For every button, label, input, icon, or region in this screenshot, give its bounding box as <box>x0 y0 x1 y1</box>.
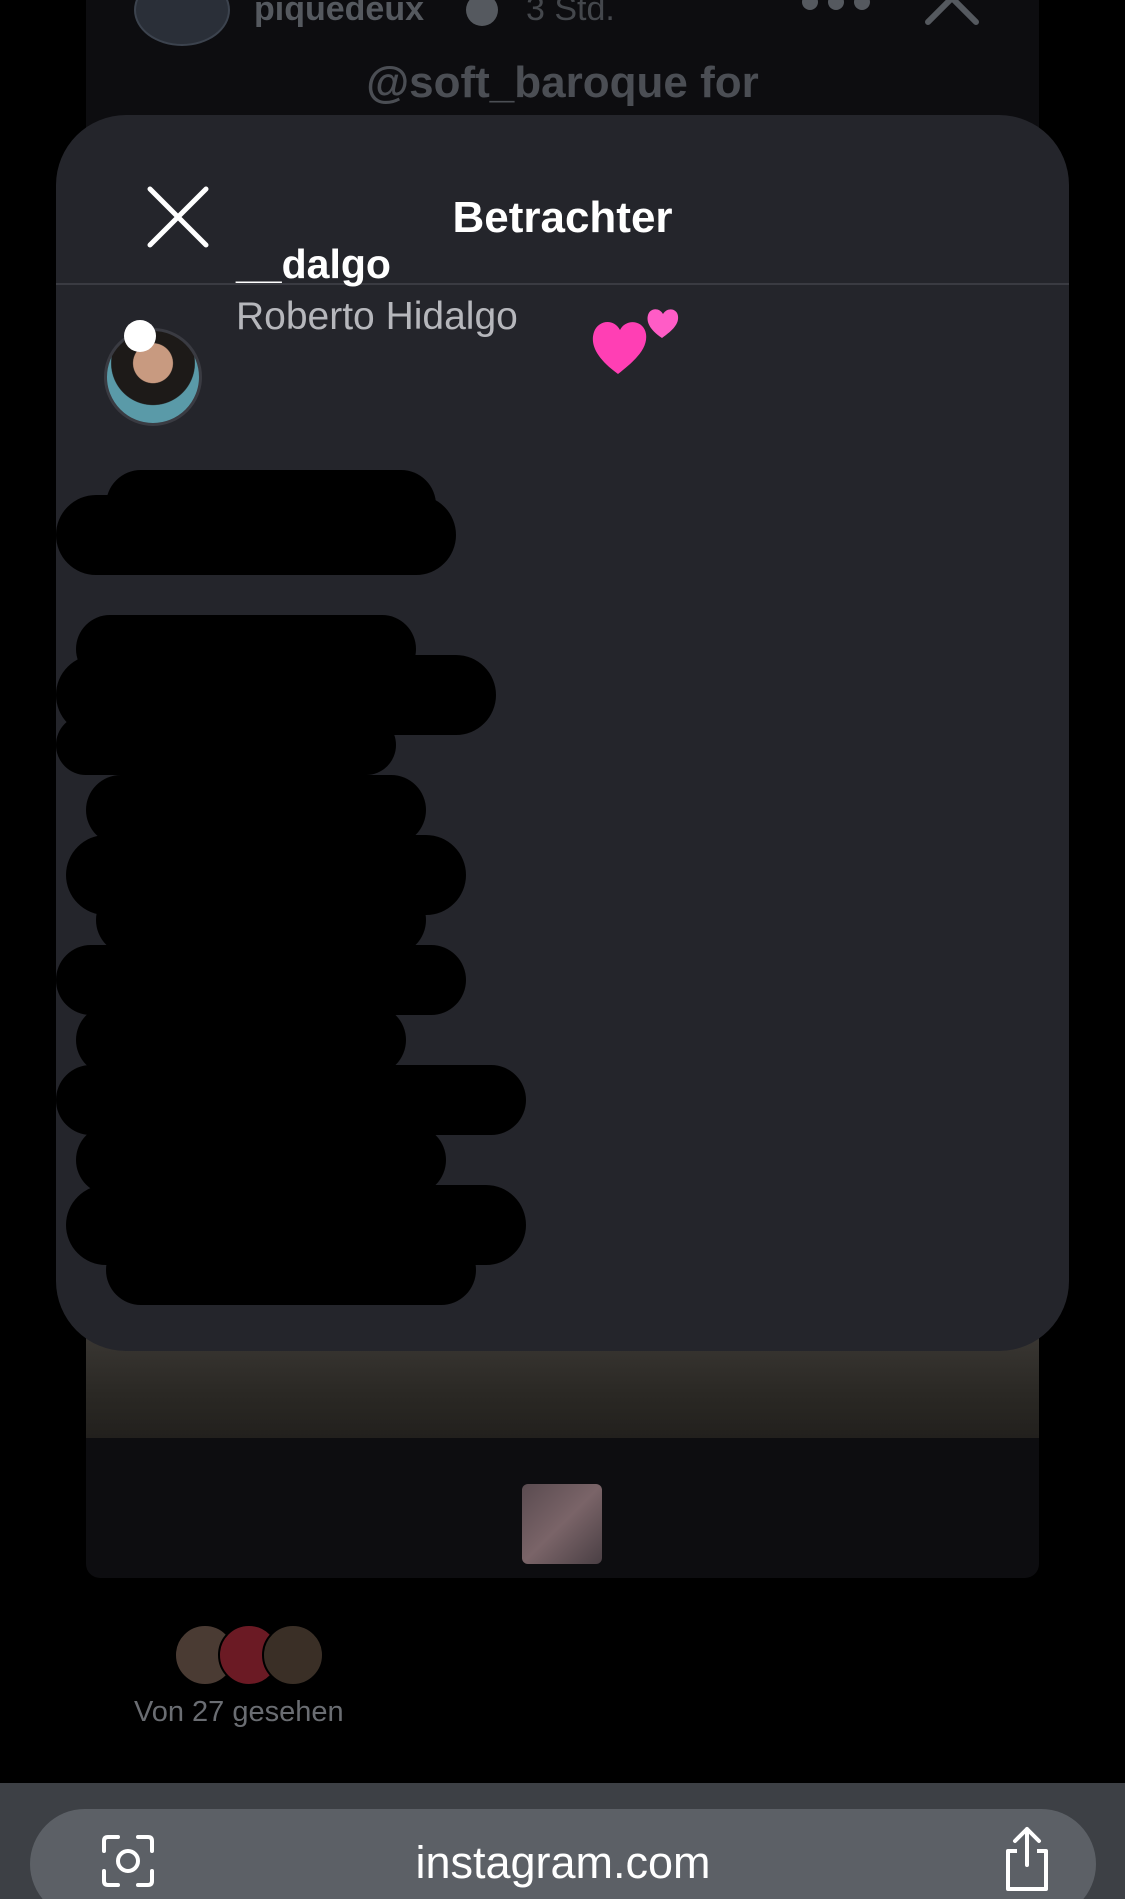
seen-count-label[interactable]: Von 27 gesehen <box>134 1696 344 1729</box>
seen-by-avatars[interactable] <box>174 1624 334 1686</box>
browser-toolbar: instagram.com <box>0 1783 1125 1899</box>
more-options-icon[interactable] <box>802 0 872 14</box>
redaction-scribble <box>56 470 526 1305</box>
url-text[interactable]: instagram.com <box>30 1837 1096 1889</box>
story-author-username[interactable]: piquedeux <box>254 0 424 29</box>
story-timestamp: 3 Std. <box>526 0 615 28</box>
story-caption: @soft_baroque for <box>366 58 759 107</box>
viewer-full-name: Roberto Hidalgo <box>236 295 518 338</box>
story-author-avatar[interactable] <box>134 0 230 46</box>
avatar <box>262 1624 324 1686</box>
two-hearts-icon <box>592 309 679 374</box>
verified-badge-icon <box>466 0 498 26</box>
status-dot <box>124 320 156 352</box>
viewers-sheet: Betrachter __dalgo Roberto Hidalgo <box>56 115 1069 1351</box>
share-icon[interactable] <box>1000 1825 1054 1893</box>
sheet-header: Betrachter <box>56 115 1069 285</box>
viewer-username[interactable]: __dalgo <box>236 241 391 288</box>
story-thumbnail[interactable] <box>522 1484 602 1564</box>
story-close-icon[interactable] <box>924 0 980 26</box>
viewer-row[interactable] <box>56 310 1069 440</box>
address-bar[interactable]: instagram.com <box>30 1809 1096 1899</box>
sheet-title: Betrachter <box>452 193 673 242</box>
